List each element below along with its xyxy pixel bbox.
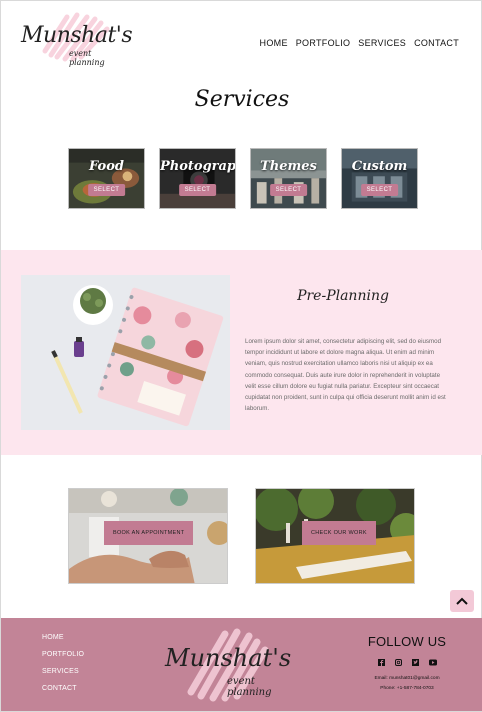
preplanning-body: Lorem ipsum dolor sit amet, consectetur … — [245, 338, 446, 413]
contact-email: Email: munshat01@gmail.com — [374, 676, 440, 681]
nav-portfolio[interactable]: PORTFOLIO — [296, 38, 351, 48]
appointment-card[interactable]: BOOK AN APPOINTMENT — [68, 488, 228, 584]
follow-us: FOLLOW US Email: munshat01@gmail.com Pho… — [361, 634, 453, 694]
service-label: Photography — [160, 159, 236, 174]
service-label: Food — [89, 159, 124, 174]
services-title: Services — [194, 87, 290, 112]
main-nav: HOME PORTFOLIO SERVICES CONTACT — [260, 38, 459, 48]
preplanning-title: Pre-Planning — [297, 288, 389, 304]
service-card-food[interactable]: Food SELECT — [68, 148, 145, 209]
nav-home[interactable]: HOME — [260, 38, 288, 48]
footer-nav-services[interactable]: SERVICES — [42, 668, 84, 675]
custom-image — [342, 149, 417, 208]
footer-logo[interactable]: Munshat's event planning — [161, 626, 301, 702]
nav-services[interactable]: SERVICES — [358, 38, 406, 48]
youtube-icon[interactable] — [428, 658, 437, 666]
themes-image — [251, 149, 326, 208]
book-appointment-button[interactable]: BOOK AN APPOINTMENT — [104, 521, 194, 545]
contact-phone: Phone: +1-587-784-0703 — [380, 686, 434, 691]
service-label: Themes — [260, 159, 317, 174]
twitter-icon[interactable] — [412, 658, 420, 666]
select-button[interactable]: SELECT — [87, 184, 126, 196]
brand-logo[interactable]: Munshat's event planning — [19, 11, 133, 67]
chevron-up-icon — [456, 597, 468, 605]
footer-nav-home[interactable]: HOME — [42, 634, 84, 641]
select-button[interactable]: SELECT — [360, 184, 399, 196]
logo-script: Munshat's — [21, 23, 133, 48]
footer-nav-contact[interactable]: CONTACT — [42, 685, 84, 692]
check-our-work-button[interactable]: CHECK OUR WORK — [302, 521, 376, 545]
instagram-icon[interactable] — [395, 658, 403, 666]
site-footer: HOME PORTFOLIO SERVICES CONTACT Munshat'… — [1, 618, 482, 711]
planner-image — [21, 275, 230, 430]
select-button[interactable]: SELECT — [269, 184, 308, 196]
footer-logo-script: Munshat's — [165, 644, 292, 672]
footer-nav: HOME PORTFOLIO SERVICES CONTACT — [42, 634, 84, 702]
service-label: Custom — [351, 159, 408, 174]
service-cards: Food SELECT Photography SELECT — [68, 148, 418, 209]
nav-contact[interactable]: CONTACT — [414, 38, 459, 48]
page: Munshat's event planning HOME PORTFOLIO … — [0, 0, 482, 712]
service-card-custom[interactable]: Custom SELECT — [341, 148, 418, 209]
preplanning-section: Pre-Planning Lorem ipsum dolor sit amet,… — [1, 250, 482, 455]
portfolio-card[interactable]: CHECK OUR WORK — [255, 488, 415, 584]
facebook-icon[interactable] — [378, 658, 386, 666]
contact-info: Email: munshat01@gmail.com Phone: +1-587… — [361, 674, 453, 694]
service-card-photography[interactable]: Photography SELECT — [159, 148, 236, 209]
footer-logo-subtitle: event planning — [227, 676, 272, 698]
logo-subtitle: event planning — [69, 49, 105, 67]
planner-illustration — [21, 275, 230, 430]
follow-us-heading: FOLLOW US — [367, 634, 447, 649]
social-icons — [361, 658, 453, 666]
service-card-themes[interactable]: Themes SELECT — [250, 148, 327, 209]
select-button[interactable]: SELECT — [178, 184, 217, 196]
photography-image — [160, 149, 235, 208]
scroll-to-top-button[interactable] — [450, 590, 474, 612]
food-image — [69, 149, 144, 208]
footer-nav-portfolio[interactable]: PORTFOLIO — [42, 651, 84, 658]
